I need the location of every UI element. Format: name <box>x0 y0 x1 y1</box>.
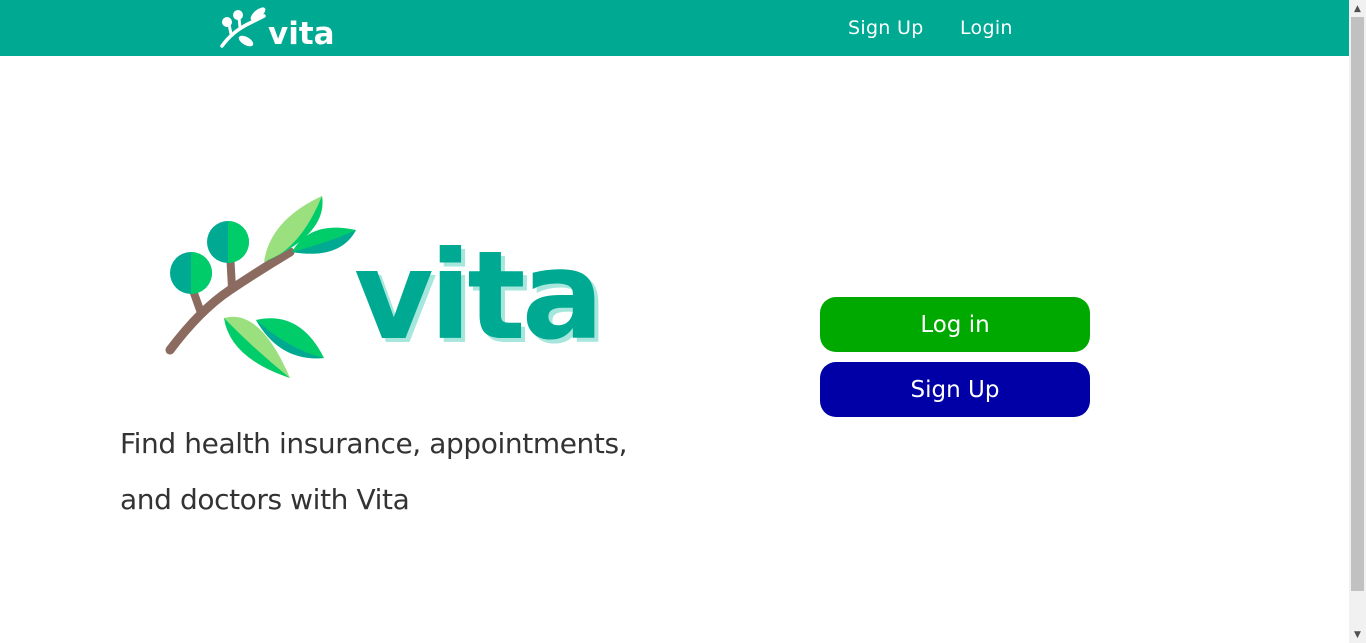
tagline-line-2: and doctors with Vita <box>120 483 410 516</box>
scrollbar-thumb[interactable] <box>1351 17 1364 591</box>
nav-logo[interactable]: vita <box>218 6 334 50</box>
tagline-line-1: Find health insurance, appointments, <box>120 427 628 460</box>
vertical-scrollbar[interactable]: ▲ ▼ <box>1349 0 1366 643</box>
hero-logo: vita vita <box>160 190 630 390</box>
vita-logo-icon: vita <box>220 7 334 50</box>
nav-login-link[interactable]: Login <box>960 17 1013 39</box>
signup-button[interactable]: Sign Up <box>820 362 1090 417</box>
nav-signup-link[interactable]: Sign Up <box>848 17 924 39</box>
navbar: vita Sign Up Login <box>0 0 1349 56</box>
hero-wordmark: vita <box>354 225 600 367</box>
triangle-down-icon[interactable]: ▼ <box>1349 626 1366 643</box>
login-button[interactable]: Log in <box>820 297 1090 352</box>
logo-wordmark: vita <box>268 16 334 50</box>
hero-tagline: Find health insurance, appointments, and… <box>120 416 680 528</box>
vita-hero-logo-icon: vita vita <box>165 196 608 378</box>
triangle-up-icon[interactable]: ▲ <box>1349 0 1366 17</box>
